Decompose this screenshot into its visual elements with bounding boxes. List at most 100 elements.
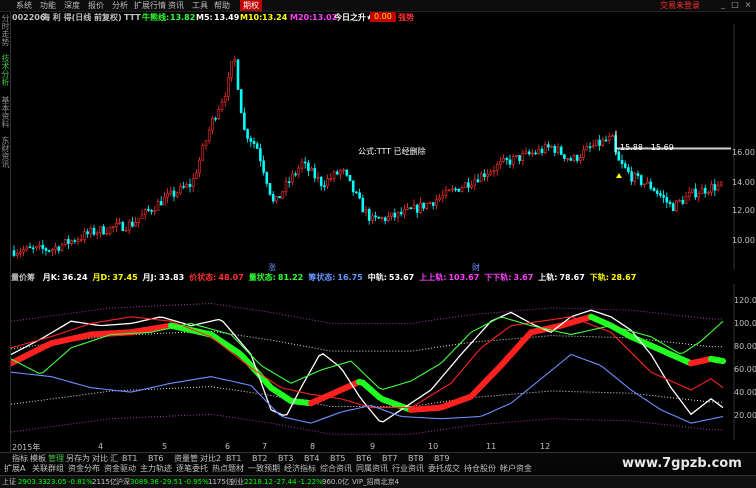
candle-body [272,194,274,201]
status-strong: 强势 [398,12,414,23]
menu-options[interactable]: 期权 [240,0,262,11]
function-tab-3[interactable]: 资金驱动 [104,463,136,474]
candle-body [439,198,441,200]
function-tab-10[interactable]: 同属资讯 [356,463,388,474]
menu-news[interactable]: 资讯 [168,0,184,11]
candle-body [480,174,482,182]
function-tab-8[interactable]: 经济指标 [284,463,316,474]
menu-bar: 系统 功能 深度 报价 分析 扩展行情 资讯 工具 帮助 期权 交易未登录 _ … [0,0,756,12]
function-tab-13[interactable]: 持仓股份 [464,463,496,474]
candle-body [704,188,706,193]
status-item-13: -1.22% [298,476,323,488]
menu-depth[interactable]: 深度 [64,0,80,11]
candle-body [663,195,665,197]
formula-name: TTT [124,12,141,23]
indicator-number-9: 78.67 [559,273,584,282]
indicator-chart[interactable] [11,284,756,440]
candle-body [384,218,386,221]
candle-body [378,217,380,218]
candle-body [170,191,172,194]
tab-news[interactable]: 东财资讯 [0,136,10,168]
candle-body [515,155,517,156]
candle-body [243,113,245,130]
function-tab-0[interactable]: 扩展A [4,463,25,474]
menu-function[interactable]: 功能 [40,0,56,11]
function-tab-9[interactable]: 综合资讯 [320,463,352,474]
candle-body [173,191,175,196]
minimize-icon[interactable]: _ [718,0,728,10]
candle-body [285,182,287,192]
candle-body [256,144,258,149]
status-item-14: 960.0亿 [322,476,349,488]
candle-body [179,186,181,193]
candle-body [138,219,140,223]
status-item-5: 沪深 [116,476,130,488]
candle-body [512,157,514,165]
function-tab-4[interactable]: 主力轨迹 [140,463,172,474]
status-item-2: -23.05 [44,476,67,488]
indicator-value-5: 筹状态: [308,273,335,282]
candle-body [115,223,117,227]
candle-body [135,222,137,226]
candle-body [154,211,156,212]
trade-login-status[interactable]: 交易未登录 [660,0,700,11]
status-item-15[interactable]: VIP_招商北京4 [352,476,399,488]
candle-body [618,152,620,161]
function-tab-6[interactable]: 热点题材 [212,463,244,474]
x-label-8: 8 [310,442,315,451]
menu-extended[interactable]: 扩展行情 [134,0,166,11]
candle-body [58,247,60,251]
menu-tools[interactable]: 工具 [192,0,208,11]
indicator-value-1: 月D: [93,273,111,282]
up-arrow-icon [616,173,622,178]
function-tab-5[interactable]: 逐笔委托 [176,463,208,474]
lower-lower-band [11,414,723,434]
candle-body [666,197,668,202]
tab-fundamental[interactable]: 基本资料 [0,96,10,128]
candle-body [275,196,277,201]
tab-technical[interactable]: 技术分析 [0,54,10,86]
candle-body [343,170,345,171]
candle-body [506,158,508,160]
indicator-number-0: 36.24 [62,273,87,282]
candle-body [295,174,297,175]
formula-deleted-note: 公式:TTT 已经删除 [358,146,426,157]
function-tab-7[interactable]: 一致预期 [248,463,280,474]
m5-label: M5: [196,12,213,23]
indicator-number-6: 53.67 [389,273,414,282]
candle-body [573,155,575,160]
menu-analysis[interactable]: 分析 [112,0,128,11]
menu-quote[interactable]: 报价 [88,0,104,11]
candle-body [413,205,415,209]
candle-body [224,97,226,103]
candle-body [669,202,671,203]
candle-body [634,174,636,182]
maximize-icon[interactable]: □ [730,0,740,10]
candle-body [656,191,658,194]
candle-body [519,155,521,160]
candle-body [611,136,613,137]
function-tab-1[interactable]: 关联群组 [32,463,64,474]
tab-intraday[interactable]: 分时走势 [0,14,10,46]
function-tab-2[interactable]: 资金分布 [68,463,100,474]
candle-body [435,200,437,206]
function-tab-12[interactable]: 委托成交 [428,463,460,474]
candle-body [67,239,69,243]
candle-body [707,192,709,193]
function-tab-11[interactable]: 行业资讯 [392,463,424,474]
candle-body [74,241,76,242]
indicator-header: 量价筹 月K:36.24月D:37.45月J:33.83价状态:48.07量状态… [11,272,636,283]
candle-body [432,203,434,206]
price-tick-14: 14.00 [732,178,755,187]
candle-body [522,153,524,160]
candle-body [71,241,73,244]
price-range-label: 15.88 - 15.69 [620,143,674,152]
candle-body [215,118,217,119]
menu-system[interactable]: 系统 [16,0,32,11]
menu-help[interactable]: 帮助 [214,0,230,11]
candle-body [365,209,367,212]
status-item-3: -0.81% [68,476,93,488]
close-icon[interactable]: × [743,0,753,10]
stock-code: 002206 [12,12,45,23]
function-tab-14[interactable]: 帐户资金 [500,463,532,474]
